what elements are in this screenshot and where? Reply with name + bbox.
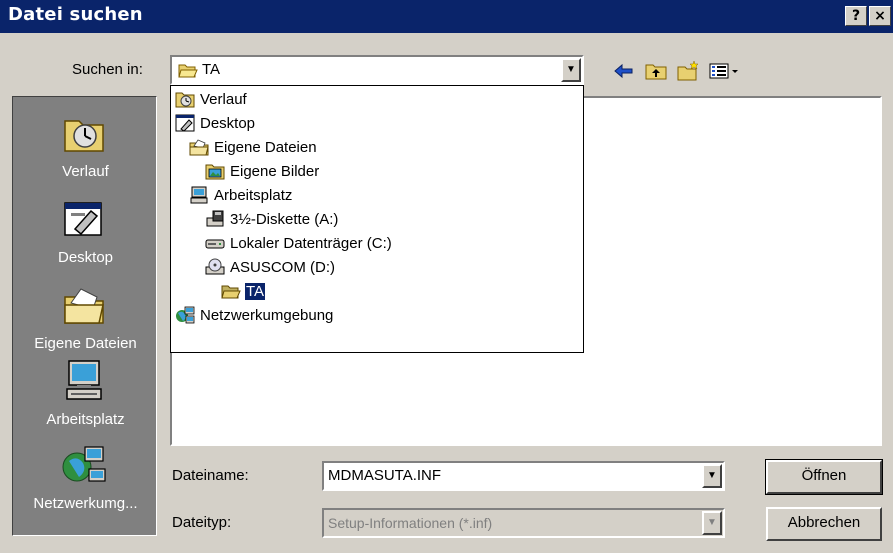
filename-input[interactable]: MDMASUTA.INF ▼ — [322, 461, 725, 491]
dropdown-item-desktop[interactable]: Desktop — [175, 111, 256, 135]
dropdown-item-ta[interactable]: TA — [221, 279, 266, 303]
file-open-dialog: Datei suchen ? × Suchen in: TA ▼ Verlauf — [0, 0, 893, 553]
filename-value: MDMASUTA.INF — [328, 467, 442, 484]
dropdown-item-label: 3½-Diskette (A:) — [230, 210, 339, 228]
lookin-label: Suchen in: — [72, 61, 143, 78]
up-folder-icon[interactable] — [644, 60, 668, 82]
place-network[interactable]: Netzwerkumg... — [13, 443, 158, 529]
dropdown-item-label: Netzwerkumgebung — [200, 306, 334, 324]
place-my-computer[interactable]: Arbeitsplatz — [13, 359, 158, 445]
my-computer-icon — [61, 359, 107, 403]
filename-label: Dateiname: — [172, 467, 249, 484]
dropdown-item-label: Arbeitsplatz — [214, 186, 293, 204]
dropdown-item-cd-drive[interactable]: ASUSCOM (D:) — [205, 255, 336, 279]
network-icon — [175, 306, 195, 324]
place-history[interactable]: Verlauf — [13, 111, 158, 197]
folder-open-icon — [221, 282, 241, 300]
cd-drive-icon — [205, 258, 225, 276]
chevron-down-icon: ▼ — [566, 64, 576, 75]
filetype-dropdown-button[interactable]: ▼ — [702, 511, 722, 535]
dropdown-item-history[interactable]: Verlauf — [175, 87, 248, 111]
cancel-button[interactable]: Abbrechen — [766, 507, 882, 541]
lookin-combo[interactable]: TA ▼ — [170, 55, 584, 85]
dropdown-item-label: Desktop — [200, 114, 256, 132]
dropdown-item-label: Lokaler Datenträger (C:) — [230, 234, 392, 252]
new-folder-icon[interactable] — [676, 60, 700, 82]
desktop-icon — [61, 197, 107, 241]
place-label: Verlauf — [62, 163, 109, 180]
desktop-icon — [175, 114, 195, 132]
dropdown-item-floppy[interactable]: 3½-Diskette (A:) — [205, 207, 339, 231]
places-bar: Verlauf Desktop Eigene Dateien Arbeitspl… — [12, 96, 157, 536]
dropdown-item-label: ASUSCOM (D:) — [230, 258, 335, 276]
place-desktop[interactable]: Desktop — [13, 197, 158, 283]
dropdown-item-my-computer[interactable]: Arbeitsplatz — [189, 183, 293, 207]
place-label: Arbeitsplatz — [46, 411, 125, 428]
network-icon — [61, 443, 107, 487]
floppy-icon — [205, 210, 225, 228]
open-button[interactable]: Öffnen — [765, 459, 883, 495]
history-icon — [61, 111, 107, 155]
view-menu-icon[interactable] — [708, 60, 742, 82]
chevron-down-icon: ▼ — [707, 517, 717, 528]
place-my-documents[interactable]: Eigene Dateien — [13, 283, 158, 369]
help-button[interactable]: ? — [845, 6, 867, 26]
dropdown-item-label: Verlauf — [200, 90, 247, 108]
filetype-value: Setup-Informationen (*.inf) — [328, 515, 493, 531]
place-label: Desktop — [57, 249, 114, 266]
window-title: Datei suchen — [8, 4, 143, 25]
dropdown-item-label: TA — [245, 282, 266, 300]
filetype-label: Dateityp: — [172, 514, 232, 531]
my-documents-icon — [189, 138, 209, 156]
title-bar[interactable]: Datei suchen ? × — [0, 0, 893, 33]
my-documents-icon — [61, 283, 107, 327]
place-label: Netzwerkumg... — [33, 495, 138, 512]
folder-open-icon — [178, 61, 198, 79]
filename-dropdown-button[interactable]: ▼ — [702, 464, 722, 488]
dropdown-item-label: Eigene Dateien — [214, 138, 317, 156]
place-label: Eigene Dateien — [34, 335, 137, 352]
filetype-select[interactable]: Setup-Informationen (*.inf) ▼ — [322, 508, 725, 538]
dropdown-item-local-disk[interactable]: Lokaler Datenträger (C:) — [205, 231, 393, 255]
chevron-down-icon: ▼ — [707, 470, 717, 481]
hard-drive-icon — [205, 234, 225, 252]
back-arrow-icon[interactable] — [612, 60, 636, 82]
my-pictures-icon — [205, 162, 225, 180]
close-button[interactable]: × — [869, 6, 891, 26]
dropdown-item-network[interactable]: Netzwerkumgebung — [175, 303, 334, 327]
dropdown-item-my-documents[interactable]: Eigene Dateien — [189, 135, 318, 159]
history-icon — [175, 90, 195, 108]
lookin-dropdown-button[interactable]: ▼ — [561, 58, 581, 82]
dropdown-item-label: Eigene Bilder — [230, 162, 320, 180]
my-computer-icon — [189, 186, 209, 204]
lookin-dropdown-list: Verlauf Desktop Eigene Dateien Eigene Bi… — [170, 85, 584, 353]
dropdown-item-my-pictures[interactable]: Eigene Bilder — [205, 159, 320, 183]
lookin-value: TA — [202, 61, 221, 78]
